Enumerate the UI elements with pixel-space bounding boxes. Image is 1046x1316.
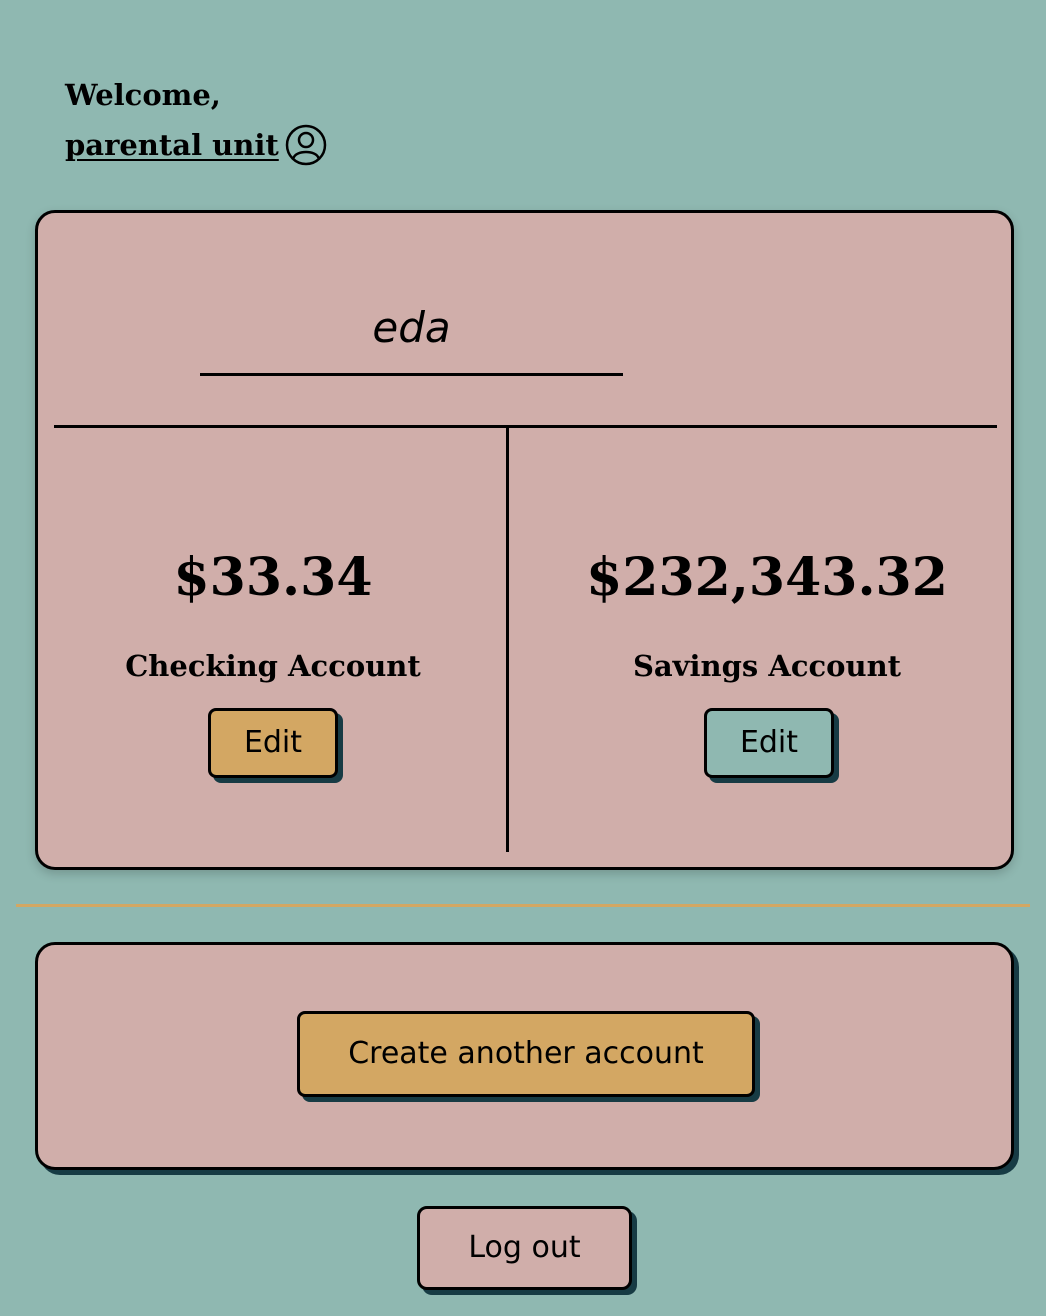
checking-balance: $33.34 [173,547,373,608]
edit-checking-button[interactable]: Edit [208,708,338,778]
edit-savings-button[interactable]: Edit [704,708,834,778]
logout-button[interactable]: Log out [417,1206,632,1290]
checking-account-label: Checking Account [125,649,421,683]
account-group-card: eda $33.34 Checking Account Edit $232,34… [35,210,1014,870]
create-account-card: Create another account [35,942,1014,1170]
welcome-header: Welcome, parental unit [65,70,327,170]
owner-underline [200,373,623,376]
checking-account-panel: $33.34 Checking Account Edit [38,428,508,852]
savings-account-panel: $232,343.32 Savings Account Edit [532,428,1002,852]
create-account-button[interactable]: Create another account [297,1011,755,1097]
account-owner-name: eda [372,303,451,352]
savings-account-label: Savings Account [632,649,902,683]
welcome-text: Welcome, [65,78,221,112]
user-profile-link[interactable]: parental unit [65,120,327,170]
username: parental unit [65,128,279,162]
section-divider [16,904,1030,907]
savings-balance: $232,343.32 [586,547,948,608]
user-circle-icon [285,124,327,166]
